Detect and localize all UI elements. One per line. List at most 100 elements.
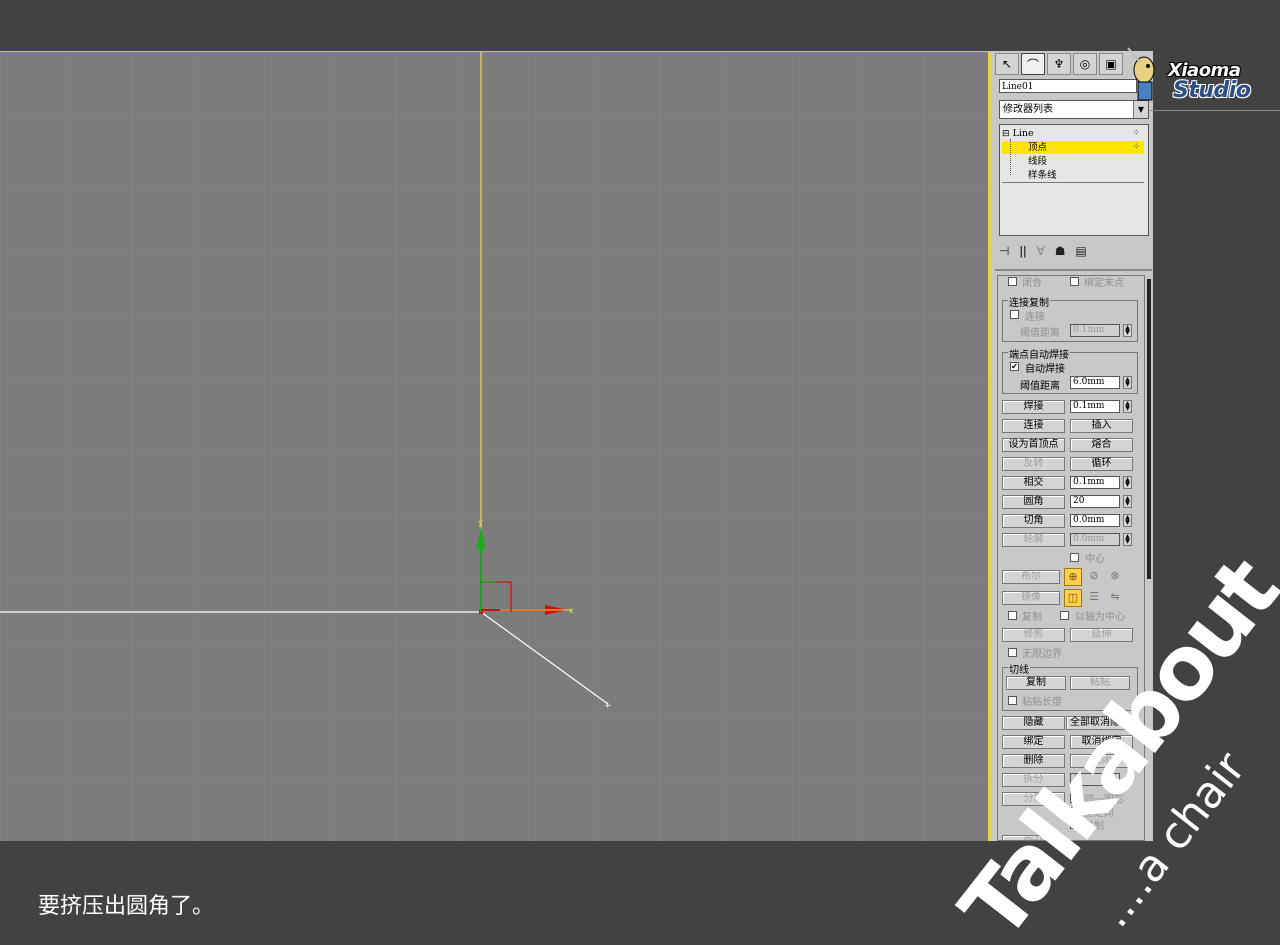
logo-text-line2: Studio bbox=[1173, 78, 1251, 103]
stack-item-label: 顶点 bbox=[1028, 142, 1048, 153]
tangent-title: 切线 bbox=[1008, 661, 1030, 676]
crossinsert-spinner[interactable]: 0.1mm bbox=[1070, 476, 1120, 489]
trim-button[interactable]: 修剪 bbox=[1002, 628, 1065, 642]
unhide-all-button[interactable]: 全部取消隐藏 bbox=[1066, 716, 1134, 730]
configure-sets-icon[interactable]: ▤ bbox=[1076, 244, 1087, 258]
subobject-dots-icon: ⁘ bbox=[1132, 142, 1140, 152]
reverse-button[interactable]: 反转 bbox=[1002, 457, 1065, 471]
detach-button[interactable]: 分离 bbox=[1002, 792, 1065, 806]
center-label: 中心 bbox=[1085, 554, 1105, 565]
divide-button[interactable]: 拆分 bbox=[1002, 773, 1065, 787]
vertex-marker[interactable]: + bbox=[604, 701, 612, 711]
insert-button[interactable]: 插入 bbox=[1070, 419, 1133, 433]
pin-stack-icon[interactable]: ⊣ bbox=[999, 244, 1009, 258]
outline-spinner[interactable]: 0.0mm bbox=[1070, 533, 1120, 546]
connect-button[interactable]: 连接 bbox=[1002, 419, 1065, 433]
spinner-arrows-icon[interactable]: ▲ ▼ bbox=[1123, 324, 1132, 337]
mascot-icon bbox=[1127, 47, 1155, 101]
xiaoma-studio-logo: Xiaoma Studio bbox=[1118, 40, 1280, 116]
stack-item-segment[interactable]: 线段 bbox=[1002, 155, 1144, 168]
boolean-subtract-icon[interactable]: ⊘ bbox=[1085, 568, 1103, 586]
reorient-checkbox[interactable] bbox=[1070, 807, 1079, 816]
extend-button[interactable]: 延伸 bbox=[1070, 628, 1133, 642]
outline-button[interactable]: 轮廓 bbox=[1002, 533, 1065, 547]
gizmo-y-arrow[interactable] bbox=[476, 527, 486, 549]
create-icon[interactable]: ↖ bbox=[995, 53, 1019, 75]
collapse-icon[interactable]: ⊟ bbox=[1002, 129, 1010, 139]
panel-scrollbar[interactable] bbox=[1147, 279, 1151, 579]
auto-weld-label: 自动焊接 bbox=[1025, 364, 1065, 375]
subobject-dots-icon: ⁘ bbox=[1132, 128, 1140, 138]
divide-spinner[interactable]: 1 bbox=[1070, 773, 1120, 786]
stack-toolbar: ⊣ ǀǀ ∀ ☗ ▤ bbox=[999, 241, 1149, 261]
stack-root-line[interactable]: ⊟ Line ⁘ bbox=[1002, 127, 1144, 140]
spinner-arrows-icon[interactable]: ▲ ▼ bbox=[1123, 495, 1132, 508]
center-checkbox[interactable] bbox=[1070, 553, 1079, 562]
spinner-arrows-icon[interactable]: ▲ ▼ bbox=[1123, 476, 1132, 489]
fuse-button[interactable]: 熔合 bbox=[1070, 438, 1133, 452]
motion-icon[interactable]: ◎ bbox=[1073, 53, 1097, 75]
paste-length-label: 粘贴长度 bbox=[1022, 697, 1062, 708]
gizmo-plane-handle-red[interactable] bbox=[481, 581, 512, 612]
connect-copy-checkbox[interactable] bbox=[1010, 310, 1019, 319]
boolean-button[interactable]: 布尔 bbox=[1002, 570, 1060, 584]
modify-icon[interactable]: ⌒ bbox=[1021, 53, 1045, 75]
chamfer-button[interactable]: 切角 bbox=[1002, 514, 1065, 528]
stack-divider bbox=[1002, 182, 1144, 183]
infinite-bounds-label: 无限边界 bbox=[1022, 649, 1062, 660]
spline-diagonal-segment[interactable] bbox=[480, 611, 609, 705]
boolean-union-icon[interactable]: ⊕ bbox=[1064, 568, 1082, 586]
close-checkbox[interactable] bbox=[1008, 277, 1017, 286]
about-pivot-checkbox[interactable] bbox=[1060, 611, 1069, 620]
perspective-viewport[interactable]: + y x bbox=[0, 51, 988, 842]
remove-modifier-icon[interactable]: ☗ bbox=[1055, 244, 1066, 258]
about-pivot-label: 以轴为中心 bbox=[1075, 612, 1125, 623]
connect-threshold-spinner[interactable]: 0.1mm bbox=[1070, 324, 1120, 337]
crossinsert-button[interactable]: 相交 bbox=[1002, 476, 1065, 490]
panel-divider bbox=[995, 269, 1152, 271]
auto-weld-threshold-label: 阈值距离 bbox=[1020, 381, 1060, 392]
spinner-arrows-icon[interactable]: ▲ ▼ bbox=[1123, 514, 1132, 527]
detach-copy-checkbox[interactable] bbox=[1070, 820, 1079, 829]
delete-button[interactable]: 删除 bbox=[1002, 754, 1065, 768]
tutorial-caption: 要挤压出圆角了。 bbox=[38, 894, 215, 919]
tangent-paste-button[interactable]: 粘贴 bbox=[1070, 676, 1130, 690]
boolean-intersect-icon[interactable]: ⊗ bbox=[1106, 568, 1124, 586]
weld-button[interactable]: 焊接 bbox=[1002, 400, 1065, 414]
make-unique-icon[interactable]: ∀ bbox=[1037, 244, 1045, 258]
lock-handles-checkbox[interactable] bbox=[1070, 277, 1079, 286]
cycle-button[interactable]: 循环 bbox=[1070, 457, 1133, 471]
right-gutter bbox=[1153, 51, 1280, 841]
connect-copy-title: 连接复制 bbox=[1008, 294, 1050, 309]
top-band bbox=[0, 0, 1280, 51]
mirror-button[interactable]: 镜像 bbox=[1002, 591, 1060, 605]
viewport-scene: + y x bbox=[0, 52, 612, 711]
make-first-button[interactable]: 设为首顶点 bbox=[1002, 438, 1065, 452]
close-spline-button[interactable]: 关闭 bbox=[1070, 754, 1133, 768]
auto-weld-threshold-spinner[interactable]: 6.0mm bbox=[1070, 376, 1120, 389]
weld-spinner[interactable]: 0.1mm bbox=[1070, 400, 1120, 413]
fillet-spinner[interactable]: 20 bbox=[1070, 495, 1120, 508]
spinner-arrows-icon[interactable]: ▲ ▼ bbox=[1123, 533, 1132, 546]
object-name-field[interactable]: Line01 bbox=[999, 79, 1137, 93]
mirror-vertical-icon[interactable]: ☰ bbox=[1085, 589, 1103, 607]
fillet-button[interactable]: 圆角 bbox=[1002, 495, 1065, 509]
same-shape-checkbox[interactable] bbox=[1070, 794, 1079, 803]
unbind-button[interactable]: 取消绑定 bbox=[1070, 735, 1133, 749]
show-end-result-icon[interactable]: ǀǀ bbox=[1019, 244, 1026, 258]
mirror-horizontal-icon[interactable]: ◫ bbox=[1064, 589, 1082, 607]
bind-button[interactable]: 绑定 bbox=[1002, 735, 1065, 749]
spinner-arrows-icon[interactable]: ▲ ▼ bbox=[1123, 376, 1132, 389]
hierarchy-icon[interactable]: ♆ bbox=[1047, 53, 1071, 75]
hide-button[interactable]: 隐藏 bbox=[1002, 716, 1065, 730]
paste-length-checkbox[interactable] bbox=[1008, 696, 1017, 705]
chamfer-spinner[interactable]: 0.0mm bbox=[1070, 514, 1120, 527]
spinner-arrows-icon[interactable]: ▲ ▼ bbox=[1123, 400, 1132, 413]
stack-item-spline[interactable]: 样条线 bbox=[1002, 169, 1144, 182]
auto-weld-checkbox[interactable]: ✔ bbox=[1010, 362, 1019, 371]
infinite-bounds-checkbox[interactable] bbox=[1008, 648, 1017, 657]
stack-item-vertex[interactable]: 顶点 ⁘ bbox=[1002, 141, 1144, 154]
mirror-copy-checkbox[interactable] bbox=[1008, 611, 1017, 620]
mirror-both-icon[interactable]: ⇋ bbox=[1106, 589, 1124, 607]
tangent-copy-button[interactable]: 复制 bbox=[1006, 676, 1066, 690]
